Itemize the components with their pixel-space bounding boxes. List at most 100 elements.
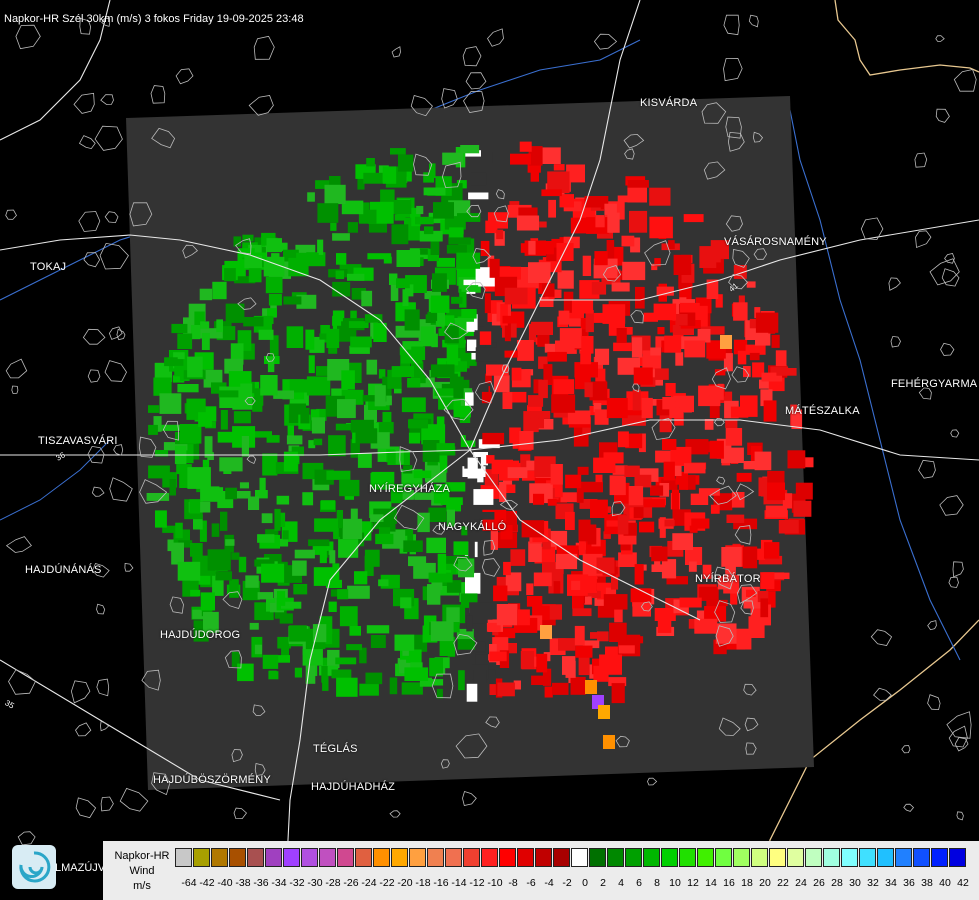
radar-echo-cell <box>553 581 561 594</box>
radar-echo-cell <box>314 518 338 532</box>
radar-echo-cell <box>767 470 785 485</box>
radar-echo-cell <box>563 291 574 313</box>
radar-echo-cell <box>317 239 324 255</box>
radar-echo-cell <box>698 385 721 407</box>
legend-swatch <box>823 848 840 867</box>
radar-echo-cell <box>262 654 279 669</box>
legend-line2: Wind <box>129 865 155 877</box>
radar-echo-cell <box>617 431 629 448</box>
radar-echo-cell <box>466 615 473 632</box>
radar-echo-cell <box>617 195 636 203</box>
radar-echo-cell <box>502 315 523 324</box>
radar-echo-cell <box>401 682 423 695</box>
legend-tick-label: 42 <box>957 877 969 889</box>
radar-echo-cell <box>467 339 477 351</box>
radar-echo-cell <box>231 552 240 560</box>
radar-echo-cell <box>664 519 675 527</box>
radar-echo-cell <box>503 561 511 576</box>
radar-echo-cell <box>347 222 358 233</box>
radar-echo-cell <box>347 585 370 599</box>
radar-echo-cell <box>669 407 684 419</box>
legend-swatch <box>355 848 372 867</box>
legend-tick-label: -14 <box>451 877 467 889</box>
legend-swatch <box>211 848 228 867</box>
legend-swatch <box>553 848 570 867</box>
radar-echo-cell <box>211 523 220 537</box>
radar-echo-cell <box>609 475 626 496</box>
radar-echo-cell <box>464 494 474 507</box>
radar-echo-cell <box>548 199 556 218</box>
radar-echo-cell <box>633 507 644 519</box>
radar-echo-cell <box>424 226 434 235</box>
radar-echo-cell <box>663 461 675 481</box>
radar-echo-cell <box>324 184 346 205</box>
legend-tick-label: 36 <box>903 877 915 889</box>
radar-echo-cell <box>321 666 328 683</box>
radar-echo-cell <box>429 679 444 686</box>
radar-echo-cell <box>413 470 432 479</box>
radar-echo-cell <box>420 326 435 347</box>
legend-tick-label: 0 <box>582 877 588 889</box>
radar-echo-cell <box>594 409 609 425</box>
radar-echo-cell <box>326 328 340 348</box>
radar-echo-cell <box>313 438 323 446</box>
radar-echo-cell <box>429 657 443 677</box>
radar-echo-cell <box>267 308 277 317</box>
radar-echo-cell <box>466 683 478 702</box>
radar-echo-cell <box>215 571 232 581</box>
radar-echo-cell <box>341 370 355 390</box>
radar-echo-cell <box>248 496 260 510</box>
radar-echo-cell <box>531 675 550 685</box>
radar-echo-cell <box>339 606 358 627</box>
radar-echo-cell <box>451 296 463 304</box>
radar-echo-cell <box>577 575 597 593</box>
radar-echo-cell <box>148 424 158 435</box>
radar-echo-cell <box>430 621 454 642</box>
legend-tick-label: 38 <box>921 877 933 889</box>
legend-tick-label: 6 <box>636 877 642 889</box>
legend-tick-label: -18 <box>415 877 431 889</box>
radar-echo-cell <box>261 513 273 524</box>
radar-echo-cell <box>294 549 315 559</box>
radar-echo-cell <box>266 238 282 253</box>
radar-echo-cell <box>359 683 379 696</box>
legend-swatch <box>715 848 732 867</box>
radar-echo-cell <box>505 572 522 592</box>
radar-echo-cell <box>467 457 478 479</box>
radar-echo-cell <box>428 507 447 522</box>
radar-echo-cell <box>239 482 249 489</box>
radar-echo-cell <box>391 224 409 245</box>
radar-echo-cell <box>403 540 423 552</box>
radar-echo-cell <box>526 583 534 596</box>
radar-echo-cell <box>241 436 249 457</box>
radar-echo-cell <box>426 537 446 554</box>
radar-echo-cell <box>519 431 534 450</box>
radar-echo-cell <box>338 539 359 558</box>
radar-echo-cell <box>574 625 585 646</box>
legend-swatch <box>643 848 660 867</box>
radar-echo-cell <box>328 435 346 457</box>
radar-echo-cell <box>248 267 262 283</box>
radar-echo-cell <box>543 241 554 255</box>
radar-echo-cell <box>306 376 331 396</box>
city-label-hajduboszormeny: HAJDÚBÖSZÖRMÉNY <box>153 774 271 786</box>
radar-echo-cell <box>526 596 543 607</box>
radar-echo-cell <box>528 240 536 255</box>
radar-echo-cell <box>551 394 576 413</box>
radar-echo-cell <box>617 515 629 535</box>
radar-echo-cell <box>448 237 471 245</box>
legend-tick-label: -36 <box>253 877 269 889</box>
radar-echo-cell <box>679 597 702 608</box>
radar-echo-cell <box>662 397 676 410</box>
radar-echo-cell <box>225 539 235 546</box>
legend-tick-label: 18 <box>741 877 753 889</box>
radar-echo-cell <box>282 530 289 540</box>
radar-echo-cell <box>673 254 692 275</box>
radar-echo-cell <box>650 485 664 496</box>
radar-echo-cell <box>436 416 445 425</box>
radar-echo-cell <box>590 632 608 639</box>
radar-echo-cell <box>574 362 598 378</box>
radar-echo-cell <box>260 375 278 396</box>
radar-echo-cell <box>277 655 290 663</box>
radar-echo-cell <box>609 622 627 642</box>
